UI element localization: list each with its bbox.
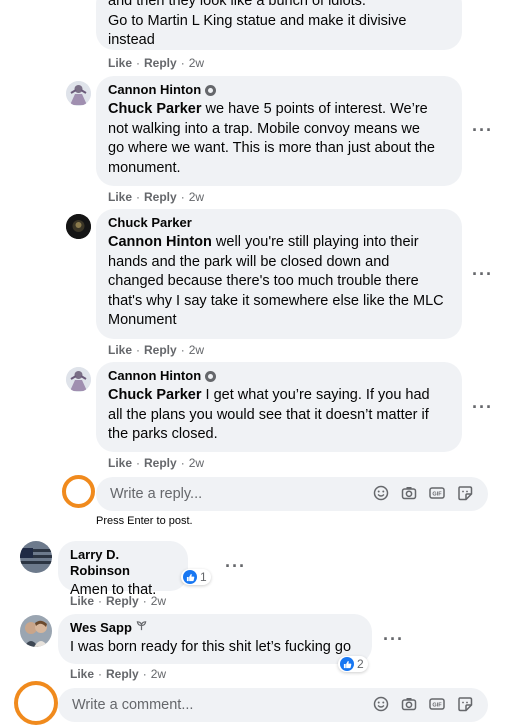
comment-line: all the plans you would see that it does… — [108, 406, 429, 423]
avatar[interactable] — [20, 615, 52, 647]
like-button[interactable]: Like — [108, 190, 132, 204]
comment-text: Cannon Hinton well you're still playing … — [108, 233, 450, 331]
like-button[interactable]: Like — [70, 667, 94, 681]
more-options-icon[interactable]: ··· — [472, 397, 493, 418]
gif-icon[interactable]: GIF — [429, 485, 445, 501]
comment-text: and then they look like a bunch of idiot… — [108, 0, 450, 51]
avatar[interactable] — [66, 367, 91, 392]
comment-bubble: Larry D. Robinson Amen to that. — [58, 541, 188, 598]
reply-button[interactable]: Reply — [106, 594, 139, 608]
comment-line: hands and the park will be closed down a… — [108, 253, 390, 270]
top-fan-badge-icon — [205, 370, 217, 382]
like-button[interactable]: Like — [108, 456, 132, 470]
press-enter-hint: Press Enter to post. — [96, 515, 193, 527]
comment-line: go where we want. This is more than just… — [108, 140, 435, 156]
reaction-count: 2 — [357, 657, 364, 671]
comment-line: not walking into a trap. Mobile convoy m… — [108, 120, 420, 137]
avatar[interactable] — [20, 541, 52, 573]
reaction-summary[interactable]: 2 — [338, 656, 368, 672]
more-options-icon[interactable]: ··· — [472, 120, 493, 141]
comment-author[interactable]: Cannon Hinton — [108, 82, 450, 98]
comment-line: Monument — [108, 312, 177, 328]
like-reaction-icon — [183, 570, 197, 584]
comment-bubble: Wes Sapp I was born ready for this shit … — [58, 614, 372, 664]
camera-icon[interactable] — [401, 485, 417, 501]
reaction-count: 1 — [200, 570, 207, 584]
comment-actions: Like · Reply · 2w — [108, 456, 205, 470]
mention-link[interactable]: Chuck Parker — [108, 387, 202, 403]
comment-author[interactable]: Chuck Parker — [108, 215, 450, 231]
comment-actions: Like · Reply · 2w — [108, 190, 205, 204]
reply-button[interactable]: Reply — [144, 343, 177, 357]
author-name[interactable]: Cannon Hinton — [108, 82, 201, 98]
comment-bubble: Cannon Hinton Chuck Parker I get what yo… — [96, 362, 462, 452]
comment-line: and then they look like a bunch of idiot… — [108, 0, 366, 9]
mention-link[interactable]: Chuck Parker — [108, 101, 202, 117]
user-avatar — [14, 681, 58, 725]
comment-input[interactable] — [70, 696, 314, 714]
author-name[interactable]: Cannon Hinton — [108, 368, 201, 384]
more-options-icon[interactable]: ··· — [383, 629, 404, 650]
sticker-icon[interactable] — [457, 696, 473, 712]
comment-line: that's why I say take it somewhere else … — [108, 292, 444, 309]
like-button[interactable]: Like — [108, 56, 132, 70]
emoji-icon[interactable] — [373, 696, 389, 712]
comment-actions: Like · Reply · 2w — [108, 56, 205, 70]
comment-line: Go to Martin L King statue and make it d… — [108, 12, 407, 29]
comment-bubble-top: and then they look like a bunch of idiot… — [96, 0, 462, 50]
like-button[interactable]: Like — [70, 594, 94, 608]
comment-line: instead — [108, 32, 155, 48]
gif-icon[interactable]: GIF — [429, 696, 445, 712]
timestamp: 2w — [150, 667, 167, 681]
reaction-summary[interactable]: 1 — [181, 569, 211, 585]
mention-link[interactable]: Cannon Hinton — [108, 234, 212, 250]
comment-text: Chuck Parker we have 5 points of interes… — [108, 100, 450, 178]
rising-fan-badge-icon — [136, 620, 147, 636]
comment-line: the parks closed. — [108, 426, 218, 442]
reply-input[interactable] — [108, 485, 352, 503]
comment-actions: Like · Reply · 2w — [70, 594, 167, 608]
comment-text: Chuck Parker I get what you’re saying. I… — [108, 386, 450, 445]
timestamp: 2w — [188, 456, 205, 470]
reply-button[interactable]: Reply — [106, 667, 139, 681]
author-name[interactable]: Chuck Parker — [108, 215, 192, 231]
user-avatar — [62, 475, 95, 508]
comment-bubble: Cannon Hinton Chuck Parker we have 5 poi… — [96, 76, 462, 186]
comment-author[interactable]: Larry D. Robinson — [70, 547, 176, 579]
sticker-icon[interactable] — [457, 485, 473, 501]
comment-line: monument. — [108, 159, 181, 176]
more-options-icon[interactable]: ··· — [225, 556, 246, 577]
timestamp: 2w — [188, 343, 205, 357]
comment-bubble: Chuck Parker Cannon Hinton well you're s… — [96, 209, 462, 339]
like-reaction-icon — [340, 657, 354, 671]
avatar[interactable] — [66, 81, 91, 106]
timestamp: 2w — [188, 56, 205, 70]
reply-button[interactable]: Reply — [144, 190, 177, 204]
comment-line: well you're still playing into their — [211, 234, 419, 250]
comment-line: changed because there's too much trouble… — [108, 273, 419, 289]
emoji-icon[interactable] — [373, 485, 389, 501]
camera-icon[interactable] — [401, 696, 417, 712]
comment-author[interactable]: Wes Sapp — [70, 620, 360, 636]
more-options-icon[interactable]: ··· — [472, 264, 493, 285]
author-name[interactable]: Larry D. Robinson — [70, 547, 176, 579]
timestamp: 2w — [150, 594, 167, 608]
reply-button[interactable]: Reply — [144, 56, 177, 70]
comment-author[interactable]: Cannon Hinton — [108, 368, 450, 384]
timestamp: 2w — [188, 190, 205, 204]
comment-text: I was born ready for this shit let’s fuc… — [70, 639, 352, 655]
svg-text:GIF: GIF — [432, 492, 442, 498]
comment-actions: Like · Reply · 2w — [70, 667, 167, 681]
svg-text:GIF: GIF — [432, 703, 442, 709]
reply-button[interactable]: Reply — [144, 456, 177, 470]
top-fan-badge-icon — [205, 84, 217, 96]
author-name[interactable]: Wes Sapp — [70, 620, 132, 636]
avatar[interactable] — [66, 214, 91, 239]
comment-input-box[interactable] — [58, 688, 488, 722]
like-button[interactable]: Like — [108, 343, 132, 357]
comment-actions: Like · Reply · 2w — [108, 343, 205, 357]
comment-line: I get what you’re saying. If you had — [201, 387, 430, 403]
comment-line: we have 5 points of interest. We’re — [201, 101, 428, 117]
